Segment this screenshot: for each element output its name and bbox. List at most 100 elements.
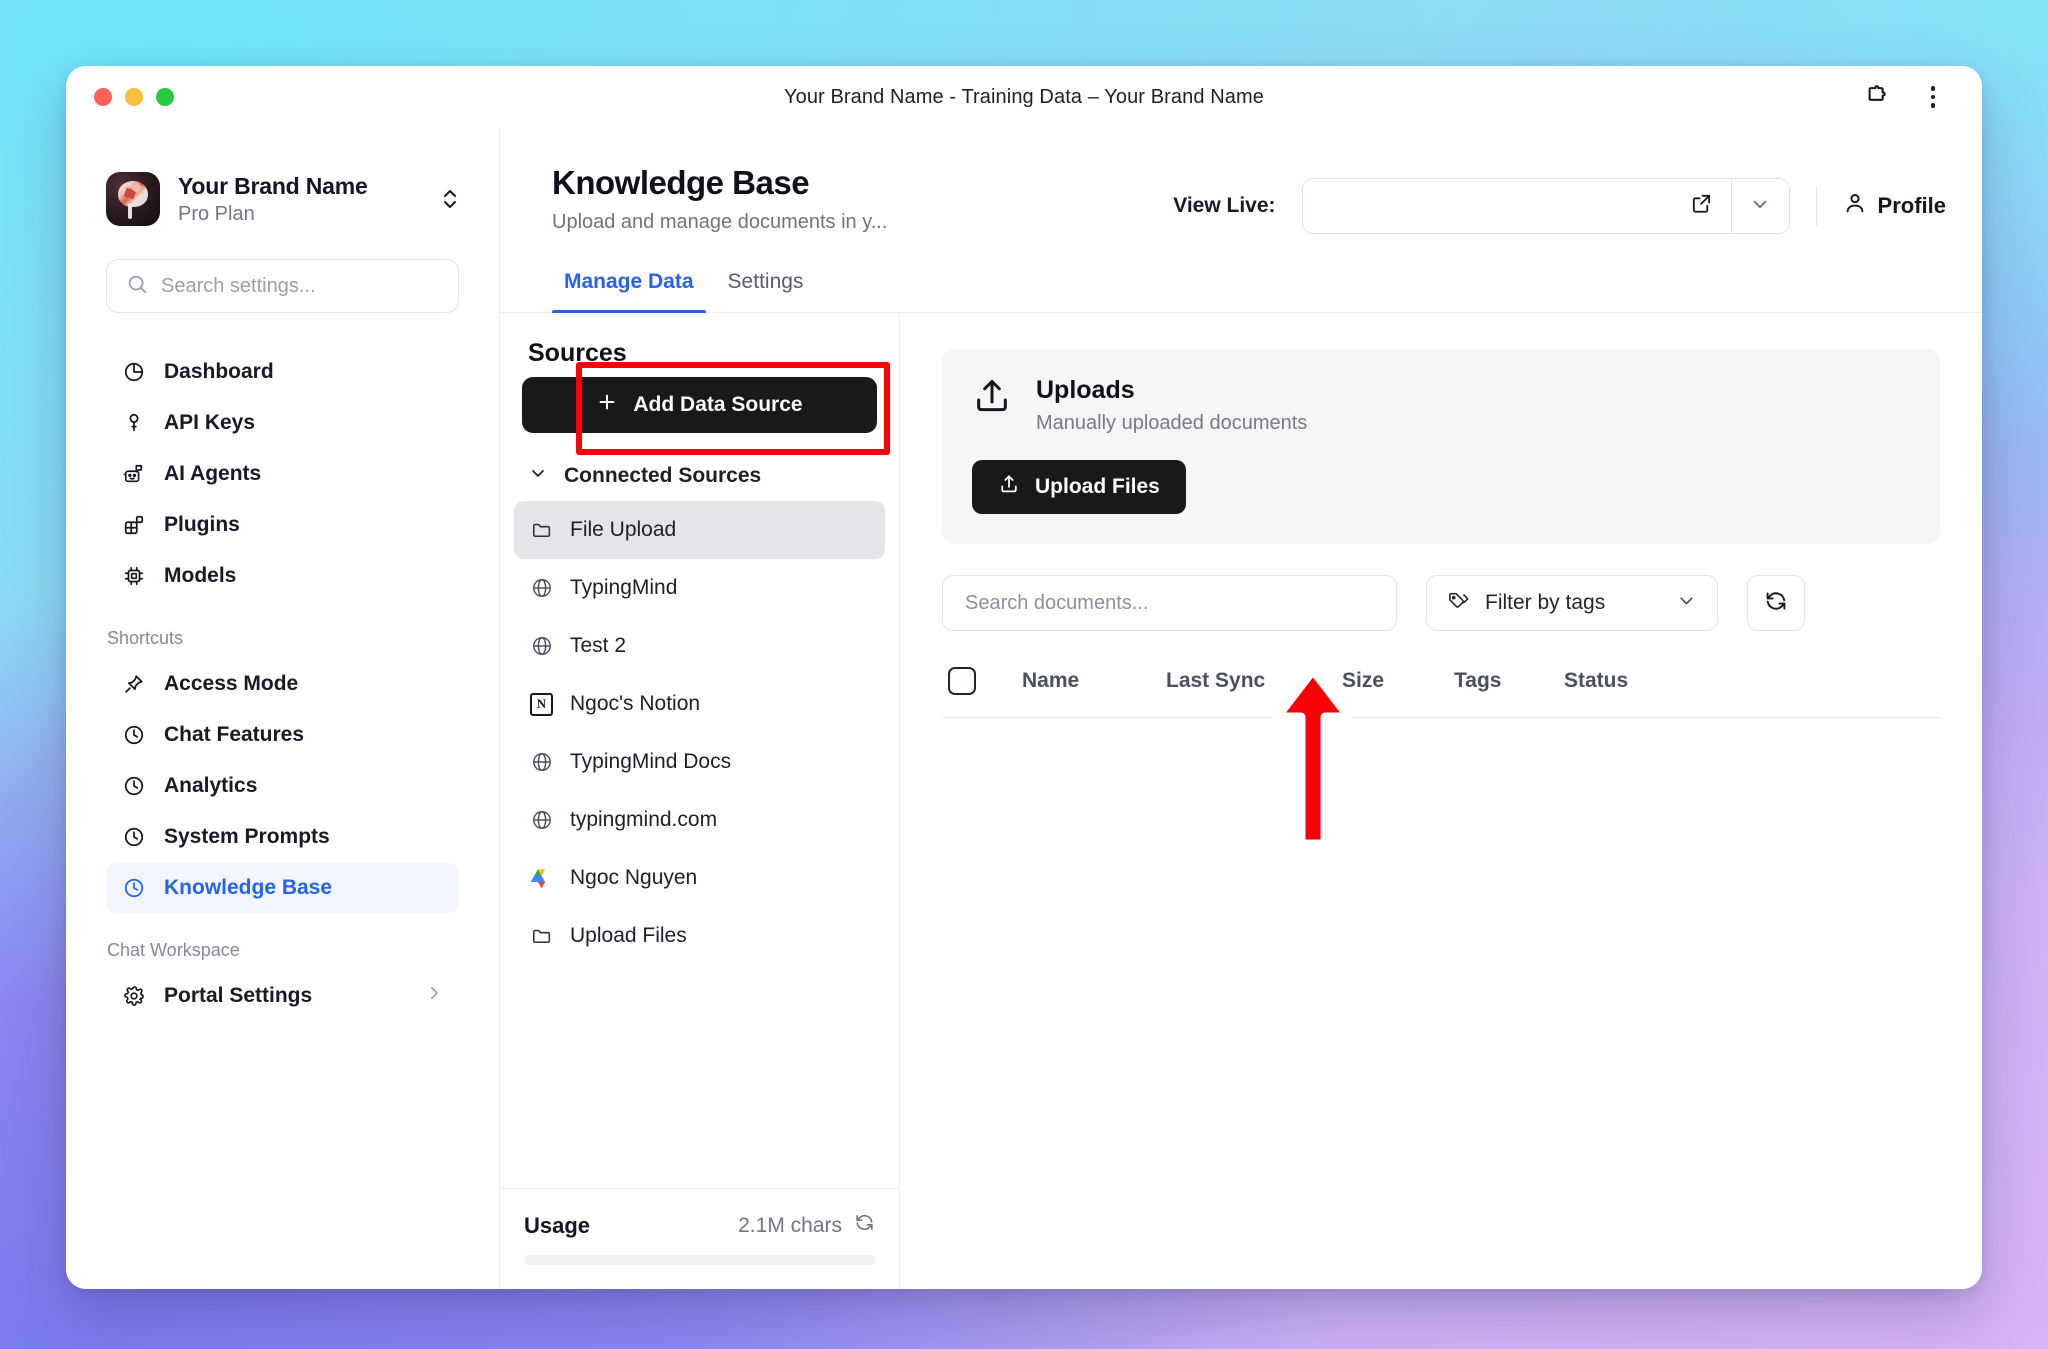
sidebar-item-label: Dashboard: [164, 360, 274, 383]
source-item-ngoc-nguyen[interactable]: Ngoc Nguyen: [514, 849, 885, 907]
brand-switcher[interactable]: Your Brand Name Pro Plan: [106, 172, 459, 226]
clock-icon: [122, 724, 145, 747]
source-item-test-2[interactable]: Test 2: [514, 617, 885, 675]
chevron-down-icon: [1676, 590, 1697, 617]
page-title: Knowledge Base: [552, 164, 810, 201]
sidebar-item-label: Analytics: [164, 774, 258, 797]
view-live-field[interactable]: [1301, 178, 1790, 234]
upload-files-button[interactable]: Upload Files: [972, 460, 1186, 514]
sidebar-item-label: Models: [164, 564, 237, 587]
clock-icon: [122, 826, 145, 849]
pin-icon: [122, 673, 145, 696]
sidebar-item-label: Access Mode: [164, 672, 299, 695]
sidebar-item-label: Chat Features: [164, 723, 305, 746]
source-item-file-upload[interactable]: File Upload: [514, 501, 885, 559]
blocks-icon: [122, 514, 145, 537]
source-item-typingmind-docs[interactable]: TypingMind Docs: [514, 733, 885, 791]
sidebar-item-knowledge-base[interactable]: Knowledge Base: [106, 863, 459, 913]
sidebar-item-chat-features[interactable]: Chat Features: [106, 710, 459, 760]
sidebar-section-chat-workspace: Chat Workspace: [107, 940, 240, 960]
main-panel: Knowledge Base Upload and manage documen…: [500, 128, 1982, 1289]
sidebar-item-api-keys[interactable]: API Keys: [106, 398, 459, 448]
tags-icon: [1447, 589, 1470, 618]
view-live-open-button[interactable]: [1303, 179, 1731, 233]
title-bar: Your Brand Name - Training Data – Your B…: [66, 66, 1982, 128]
column-header-size[interactable]: Size: [1342, 669, 1454, 693]
brand-plan: Pro Plan: [178, 202, 255, 225]
brand-name: Your Brand Name: [178, 172, 368, 199]
app-body: Your Brand Name Pro Plan Search settings…: [66, 128, 1982, 1289]
tab-settings[interactable]: Settings: [716, 260, 816, 312]
search-settings-box[interactable]: [106, 259, 459, 313]
source-item-typingmind-com[interactable]: typingmind.com: [514, 791, 885, 849]
select-all-checkbox[interactable]: [948, 667, 976, 695]
cpu-chip-icon: [122, 565, 145, 588]
search-settings-input[interactable]: [161, 274, 439, 298]
notion-icon: N: [530, 692, 553, 716]
sidebar-item-access-mode[interactable]: Access Mode: [106, 659, 459, 709]
brand-logo-icon: [106, 172, 160, 226]
documents-table-header: Name Last Sync Size Tags Status: [942, 667, 1940, 718]
documents-panel: Uploads Manually uploaded documents Uplo…: [900, 313, 1982, 1289]
column-header-last-sync[interactable]: Last Sync: [1166, 669, 1342, 693]
filter-by-tags-button[interactable]: Filter by tags: [1426, 575, 1718, 631]
sidebar-item-label: Plugins: [164, 513, 240, 536]
source-item-typingmind[interactable]: TypingMind: [514, 559, 885, 617]
profile-button[interactable]: Profile: [1843, 191, 1946, 221]
source-item-label: TypingMind Docs: [570, 750, 732, 773]
usage-value: 2.1M chars: [738, 1213, 842, 1237]
add-data-source-button[interactable]: Add Data Source: [522, 377, 877, 433]
chevron-down-icon: [1749, 193, 1771, 220]
sidebar-item-ai-agents[interactable]: AI Agents: [106, 449, 459, 499]
source-item-ngocs-notion[interactable]: N Ngoc's Notion: [514, 675, 885, 733]
sidebar-item-analytics[interactable]: Analytics: [106, 761, 459, 811]
folder-icon: [530, 519, 553, 542]
chevron-down-icon: [528, 463, 548, 489]
documents-toolbar: Filter by tags: [942, 575, 1940, 631]
sidebar-item-label: AI Agents: [164, 462, 262, 485]
app-window: Your Brand Name - Training Data – Your B…: [66, 66, 1982, 1289]
source-item-label: TypingMind: [570, 576, 678, 599]
source-item-upload-files[interactable]: Upload Files: [514, 907, 885, 965]
connected-sources-toggle[interactable]: Connected Sources: [514, 433, 885, 501]
globe-icon: [530, 751, 553, 774]
kebab-menu-icon[interactable]: [1918, 82, 1948, 112]
sidebar-item-plugins[interactable]: Plugins: [106, 500, 459, 550]
header-actions: View Live: Profile: [1173, 164, 1946, 234]
sidebar-nav: Dashboard API Keys AI Agents Plugins Mod…: [106, 347, 459, 1021]
sidebar-item-label: System Prompts: [164, 825, 330, 848]
header-divider: [1815, 186, 1817, 226]
puzzle-piece-icon[interactable]: [1862, 82, 1892, 112]
sidebar-item-dashboard[interactable]: Dashboard: [106, 347, 459, 397]
sidebar-item-label: Knowledge Base: [164, 876, 333, 899]
page-subtitle: Upload and manage documents in y...: [552, 211, 888, 233]
source-item-label: typingmind.com: [570, 808, 718, 831]
column-header-name[interactable]: Name: [1022, 669, 1166, 693]
uploads-subtitle: Manually uploaded documents: [1036, 412, 1308, 434]
filter-by-tags-label: Filter by tags: [1485, 591, 1606, 614]
sidebar-item-label: Portal Settings: [164, 984, 313, 1007]
upload-files-label: Upload Files: [1035, 475, 1160, 498]
chevron-up-down-icon[interactable]: [441, 188, 459, 210]
column-header-tags[interactable]: Tags: [1454, 669, 1564, 693]
search-documents-input[interactable]: [965, 591, 1374, 615]
key-icon: [122, 412, 145, 435]
documents-table: Name Last Sync Size Tags Status: [942, 667, 1940, 718]
view-live-dropdown-button[interactable]: [1730, 179, 1789, 233]
refresh-documents-button[interactable]: [1747, 575, 1805, 631]
sidebar-item-models[interactable]: Models: [106, 551, 459, 601]
refresh-icon[interactable]: [854, 1212, 875, 1239]
window-title: Your Brand Name - Training Data – Your B…: [784, 85, 1264, 108]
page-header: Knowledge Base Upload and manage documen…: [500, 128, 1982, 234]
clock-icon: [122, 775, 145, 798]
gear-icon: [122, 985, 145, 1008]
search-icon: [126, 273, 148, 300]
tab-manage-data[interactable]: Manage Data: [552, 260, 706, 313]
source-item-label: Ngoc's Notion: [570, 692, 701, 715]
search-documents-box[interactable]: [942, 575, 1397, 631]
sidebar-item-system-prompts[interactable]: System Prompts: [106, 812, 459, 862]
sidebar-item-portal-settings[interactable]: Portal Settings: [106, 971, 459, 1021]
robot-icon: [122, 463, 145, 486]
column-header-status[interactable]: Status: [1564, 669, 1934, 693]
external-link-icon: [1690, 192, 1713, 220]
